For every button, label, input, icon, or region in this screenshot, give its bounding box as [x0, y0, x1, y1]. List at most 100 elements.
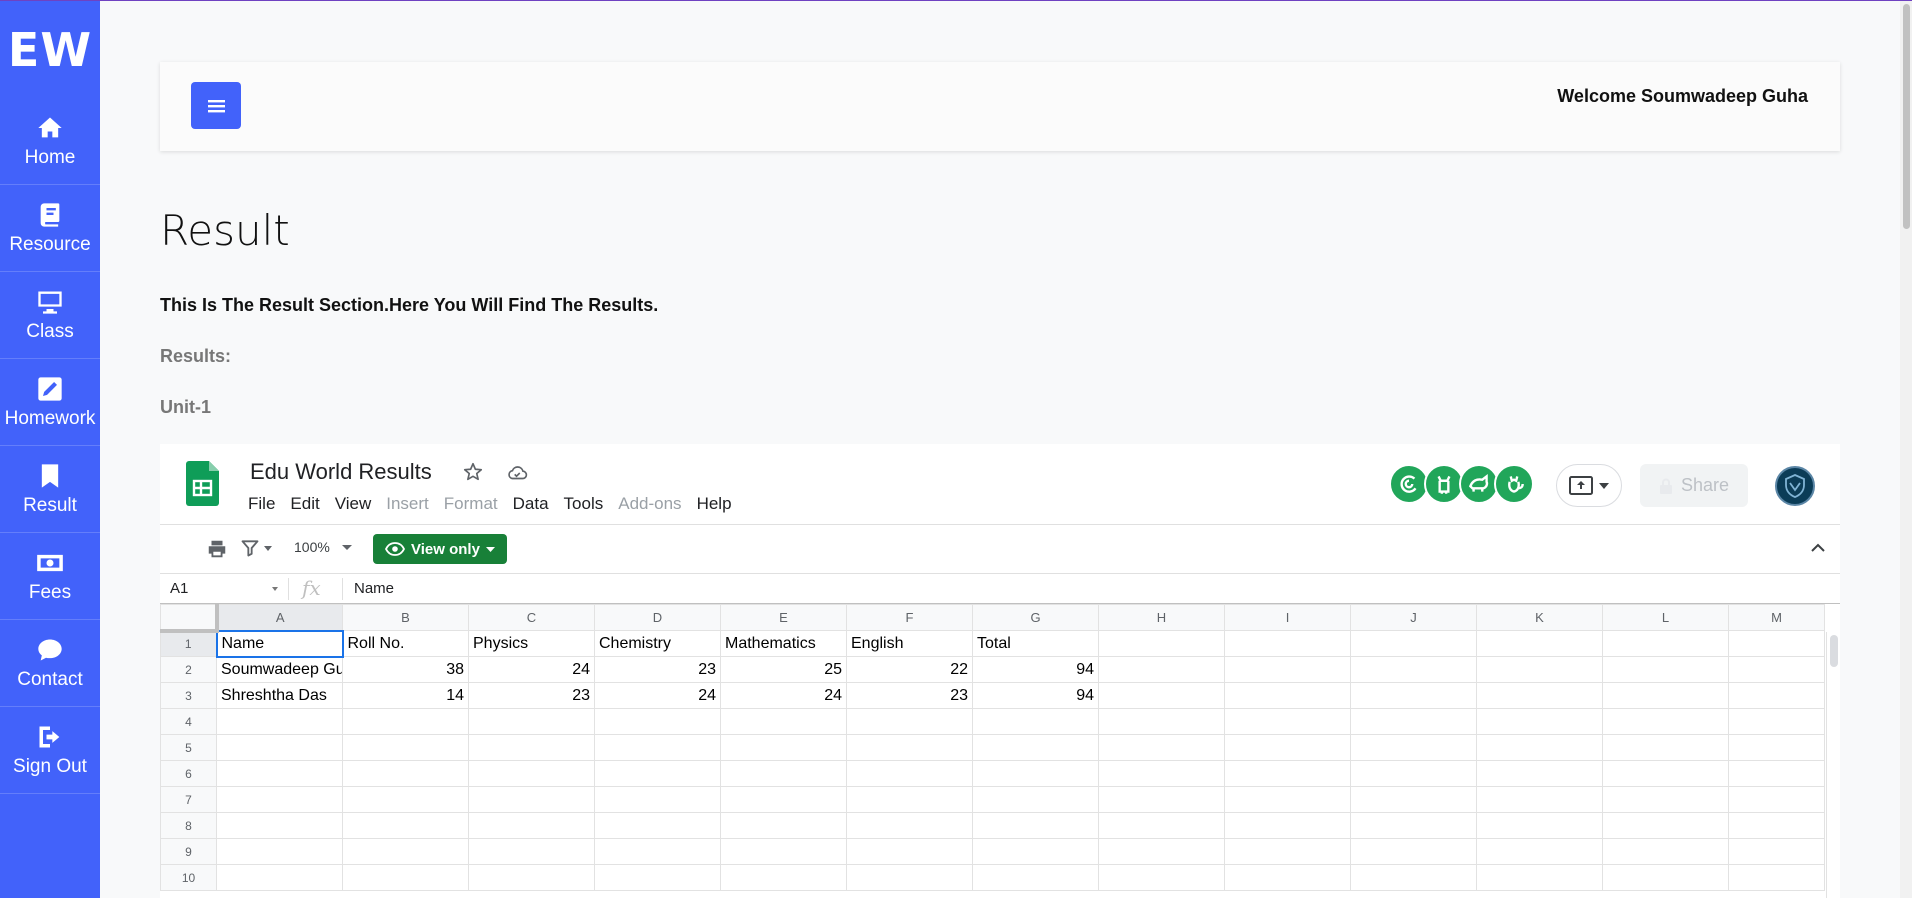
cell[interactable] — [1476, 864, 1603, 891]
cell[interactable]: Roll No. — [342, 630, 469, 657]
cell[interactable]: 14 — [342, 682, 469, 709]
cell[interactable] — [216, 838, 343, 865]
cell[interactable] — [594, 838, 721, 865]
view-only-button[interactable]: View only — [373, 534, 507, 564]
present-button[interactable] — [1556, 464, 1622, 507]
cell[interactable] — [1476, 630, 1603, 657]
column-header[interactable]: D — [594, 604, 721, 631]
cell[interactable] — [972, 812, 1099, 839]
cell[interactable] — [1350, 812, 1477, 839]
cell[interactable] — [594, 734, 721, 761]
cell[interactable] — [972, 734, 1099, 761]
cell[interactable] — [468, 760, 595, 787]
cell[interactable] — [720, 760, 847, 787]
share-button[interactable]: Share — [1640, 464, 1748, 507]
cell[interactable] — [1350, 734, 1477, 761]
cell[interactable] — [846, 786, 973, 813]
cell[interactable] — [342, 708, 469, 735]
cell[interactable]: 24 — [594, 682, 721, 709]
cell[interactable] — [1728, 656, 1825, 683]
print-icon[interactable] — [206, 538, 228, 560]
row-header[interactable]: 10 — [160, 864, 217, 891]
sidebar-item-home[interactable]: Home — [0, 98, 100, 185]
row-header[interactable]: 8 — [160, 812, 217, 839]
cell[interactable]: 24 — [468, 656, 595, 683]
cell[interactable] — [594, 760, 721, 787]
cell[interactable] — [342, 864, 469, 891]
cell[interactable] — [1476, 838, 1603, 865]
filter-button[interactable] — [240, 538, 272, 558]
column-header[interactable]: I — [1224, 604, 1351, 631]
cell[interactable] — [468, 864, 595, 891]
cell[interactable]: 23 — [594, 656, 721, 683]
row-header[interactable]: 6 — [160, 760, 217, 787]
row-header[interactable]: 5 — [160, 734, 217, 761]
cell[interactable] — [1224, 760, 1351, 787]
cell[interactable] — [720, 734, 847, 761]
collaborator-avatar[interactable] — [1389, 464, 1429, 504]
cell[interactable] — [1602, 682, 1729, 709]
cell[interactable] — [720, 838, 847, 865]
cell[interactable] — [342, 760, 469, 787]
row-header[interactable]: 1 — [160, 630, 217, 657]
cell[interactable] — [1224, 786, 1351, 813]
sidebar-item-fees[interactable]: Fees — [0, 533, 100, 620]
cell[interactable] — [1350, 630, 1477, 657]
collaborator-avatar[interactable] — [1424, 464, 1464, 504]
cell[interactable] — [1728, 786, 1825, 813]
cell[interactable] — [1602, 734, 1729, 761]
row-header[interactable]: 9 — [160, 838, 217, 865]
scrollbar-thumb[interactable] — [1903, 4, 1910, 229]
cell[interactable] — [1350, 838, 1477, 865]
cell[interactable] — [1728, 864, 1825, 891]
cell[interactable] — [720, 812, 847, 839]
cell[interactable] — [1602, 630, 1729, 657]
cell[interactable]: Mathematics — [720, 630, 847, 657]
cell[interactable] — [1350, 864, 1477, 891]
cell[interactable]: 22 — [846, 656, 973, 683]
grid-scrollbar[interactable] — [1826, 632, 1840, 898]
cell[interactable] — [342, 838, 469, 865]
page-scrollbar[interactable] — [1900, 1, 1912, 898]
column-header[interactable]: A — [216, 604, 343, 631]
cell[interactable] — [1728, 630, 1825, 657]
cell[interactable] — [1224, 682, 1351, 709]
name-box[interactable]: A1 — [170, 580, 280, 597]
cell[interactable] — [1098, 838, 1225, 865]
cell[interactable] — [1098, 734, 1225, 761]
cell[interactable]: 23 — [846, 682, 973, 709]
cell[interactable] — [846, 812, 973, 839]
cell[interactable] — [468, 708, 595, 735]
cell[interactable] — [1476, 812, 1603, 839]
cell[interactable] — [1602, 656, 1729, 683]
cell[interactable] — [1602, 812, 1729, 839]
cell[interactable]: 38 — [342, 656, 469, 683]
cell[interactable] — [1476, 760, 1603, 787]
cell[interactable]: English — [846, 630, 973, 657]
cell[interactable] — [1476, 656, 1603, 683]
cell[interactable] — [1350, 708, 1477, 735]
cell[interactable] — [1728, 708, 1825, 735]
star-icon[interactable] — [462, 461, 484, 483]
chevron-up-icon[interactable] — [1810, 540, 1826, 556]
cell[interactable] — [1224, 630, 1351, 657]
cell[interactable] — [846, 734, 973, 761]
cell[interactable] — [468, 786, 595, 813]
cell[interactable] — [342, 812, 469, 839]
cell[interactable] — [720, 786, 847, 813]
cell[interactable] — [468, 812, 595, 839]
cell[interactable] — [1476, 734, 1603, 761]
sidebar-item-resource[interactable]: Resource — [0, 185, 100, 272]
cell[interactable] — [1602, 864, 1729, 891]
cell[interactable] — [1224, 838, 1351, 865]
cell[interactable] — [1350, 760, 1477, 787]
menu-tools[interactable]: Tools — [564, 494, 604, 514]
cell[interactable] — [972, 864, 1099, 891]
column-header[interactable]: C — [468, 604, 595, 631]
cell[interactable] — [1602, 760, 1729, 787]
cell[interactable] — [1602, 838, 1729, 865]
sidebar-item-sign-out[interactable]: Sign Out — [0, 707, 100, 794]
cell[interactable] — [342, 734, 469, 761]
menu-file[interactable]: File — [248, 494, 275, 514]
row-header[interactable]: 3 — [160, 682, 217, 709]
